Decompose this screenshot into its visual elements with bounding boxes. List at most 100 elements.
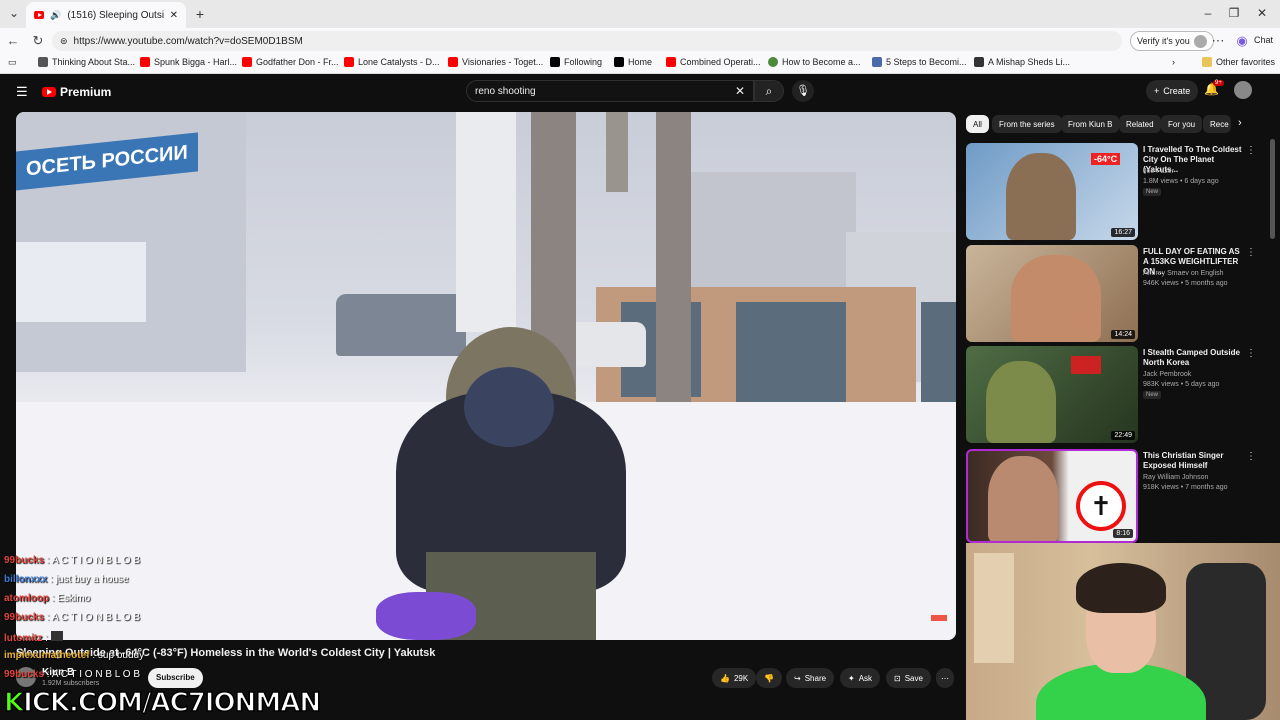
minimize-icon[interactable]: – [1200,6,1216,20]
recommendation-title[interactable]: This Christian Singer Exposed Himself [1143,451,1243,471]
kick-url-overlay: KICK.COM/AC7IONMAN [3,687,322,719]
bookmark-item[interactable]: A Mishap Sheds Li... [974,57,1070,67]
search-input[interactable]: reno shooting ✕ [466,80,754,102]
recommendation-channel[interactable]: Jack Pembrook [1143,370,1191,380]
youtube-favicon-icon [448,57,458,67]
recommendation-title[interactable]: I Stealth Camped Outside North Korea [1143,348,1243,368]
hamburger-menu-icon[interactable]: ☰ [16,84,28,100]
bookmark-item[interactable]: Godfather Don - Fr... [242,57,339,67]
chips-next-icon[interactable]: › [1238,117,1242,129]
create-button[interactable]: + Create [1146,80,1199,102]
site-info-icon[interactable]: ⊜ [60,36,68,47]
bookmark-item[interactable]: 5 Steps to Becomi... [872,57,967,67]
more-options-icon[interactable]: ⋮ [1246,247,1256,258]
dislike-button[interactable]: 👎 [756,668,782,688]
thumbnail-person [1006,153,1076,240]
bookmark-label: Lone Catalysts - D... [358,57,440,67]
verify-label: Verify it's you [1137,36,1190,46]
subscribe-button[interactable]: Subscribe [148,668,203,688]
thumbnail-person [1011,255,1101,342]
more-menu-icon[interactable]: ⋯ [1210,33,1226,49]
chat-message: implexumatheotef : sup buddy [4,650,144,661]
recommendation-thumbnail[interactable]: 22:49 [966,346,1138,443]
chat-user: 99bucks [4,612,45,623]
scrollbar-thumb[interactable] [1270,139,1275,239]
chat-text: sup buddy [97,650,145,661]
refresh-icon[interactable]: ↻ [30,33,46,49]
chat-user: 99bucks [4,669,45,680]
recommendation-meta: 1.8M views • 6 days ago [1143,178,1219,185]
search-button[interactable]: ⌕ [754,80,784,102]
no-cross-icon: ✝ [1076,481,1126,531]
recommendation-thumbnail[interactable]: ✝ 8:16 [966,449,1138,543]
video-duration: 8:16 [1113,529,1133,538]
bookmark-item[interactable]: Home [614,57,652,67]
browser-tab-strip: ⌄ 🔊 (1516) Sleeping Outside at -6 ✕ + – … [0,0,1280,28]
video-duration: 14:24 [1111,330,1135,339]
youtube-favicon-icon [666,57,676,67]
share-button[interactable]: ↪ Share [786,668,835,688]
audio-playing-icon[interactable]: 🔊 [50,10,61,21]
bookmarks-overflow-icon[interactable]: › [1172,57,1175,67]
bookmark-item[interactable]: Following [550,57,602,67]
purple-bag [376,592,476,640]
copilot-icon[interactable]: ◉ [1234,33,1250,49]
youtube-favicon-icon [34,11,45,19]
address-field[interactable]: ⊜ https://www.youtube.com/watch?v=doSEM0… [52,31,1122,51]
chip-recent[interactable]: Rece [1203,115,1231,133]
restore-icon[interactable]: ❐ [1226,6,1242,20]
chip-related[interactable]: Related [1119,115,1161,133]
recommendation-thumbnail[interactable]: 14:24 [966,245,1138,342]
bookmark-item[interactable]: Visionaries - Toget... [448,57,543,67]
chip-all[interactable]: All [966,115,989,133]
chat-user: lutomitz [4,633,43,644]
like-button[interactable]: 👍 29K [712,668,757,688]
clear-search-icon[interactable]: ✕ [735,84,745,98]
chip-from-series[interactable]: From the series [992,115,1062,133]
recommendation-channel[interactable]: Andrey Smaev on English [1143,269,1224,279]
close-window-icon[interactable]: ✕ [1254,6,1270,20]
save-button[interactable]: ⊡ Save [886,668,931,688]
tab-title: (1516) Sleeping Outside at -6 [67,9,164,21]
more-options-icon[interactable]: ⋮ [1246,145,1256,156]
parked-car [336,294,466,356]
bookmark-item[interactable]: Thinking About Sta... [38,57,135,67]
more-options-icon[interactable]: ⋮ [1246,348,1256,359]
other-favorites-folder[interactable]: Other favorites [1202,57,1275,67]
voice-search-button[interactable]: 🎙 [792,80,814,102]
bookmark-item[interactable]: Lone Catalysts - D... [344,57,440,67]
bookmark-label: Godfather Don - Fr... [256,57,339,67]
verify-profile-button[interactable]: Verify it's you [1130,31,1214,51]
browser-tab[interactable]: 🔊 (1516) Sleeping Outside at -6 ✕ [26,2,186,28]
more-options-icon[interactable]: ⋮ [1246,451,1256,462]
bookmark-item[interactable]: Combined Operati... [666,57,761,67]
account-avatar[interactable] [1234,81,1252,99]
chat-emote-icon [50,631,63,641]
chat-text: A C T I O N B L O B [51,669,141,680]
recommendation-channel[interactable]: Ray William Johnson [1143,473,1208,483]
video-player[interactable]: ОСЕТЬ РОССИИ [16,112,956,640]
more-actions-button[interactable]: ⋯ [936,668,954,688]
youtube-logo[interactable]: Premium [42,85,111,99]
frosted-pole [456,112,516,332]
chat-user: billonxxx [4,574,48,585]
new-tab-icon[interactable]: + [192,6,208,22]
thumbnail-person [988,456,1058,541]
x-favicon-icon [614,57,624,67]
back-icon[interactable]: ← [5,33,21,48]
ask-button[interactable]: ✦ Ask [840,668,881,688]
chat-message: 99bucks : A C T I O N B L O B [4,612,140,623]
chip-for-you[interactable]: For you [1161,115,1203,133]
sign-panel [16,242,146,322]
tab-close-icon[interactable]: ✕ [170,10,178,21]
like-count: 29K [733,673,749,683]
tab-list-chevron-icon[interactable]: ⌄ [6,6,22,20]
chip-from-channel[interactable]: From Kiun B [1061,115,1120,133]
bookmarks-toggle-icon[interactable]: ▭ [8,57,17,68]
recommendation-channel[interactable]: Joe Fazer [1143,167,1174,177]
chat-user: implexumatheotef [4,650,90,661]
bookmark-item[interactable]: How to Become a... [768,57,861,67]
bookmark-item[interactable]: Spunk Bigga - Harl... [140,57,237,67]
chat-label[interactable]: Chat [1254,35,1273,45]
recommendation-thumbnail[interactable]: -64°C 16:27 [966,143,1138,240]
